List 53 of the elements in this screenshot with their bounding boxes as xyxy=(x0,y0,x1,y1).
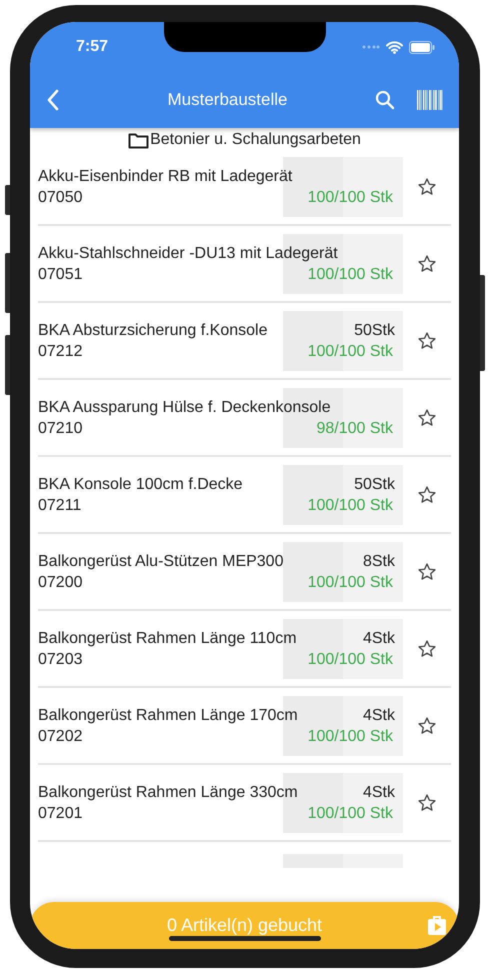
stock-count: 100/100 Stk xyxy=(308,650,394,670)
stock-count: 98/100 Stk xyxy=(316,418,394,438)
signal-icon xyxy=(362,45,380,49)
article-name: Balkongerüst Rahmen Länge 110cm xyxy=(38,628,297,648)
stock-count: 100/100 Stk xyxy=(308,342,394,362)
stock-count: 100/100 Stk xyxy=(308,264,394,284)
article-number: 07210 xyxy=(38,418,82,438)
barcode-icon xyxy=(417,90,443,110)
article-name: BKA Konsole 100cm f.Decke xyxy=(38,474,243,494)
article-quantity: 4Stk xyxy=(362,782,396,802)
search-icon xyxy=(375,90,395,110)
article-name: Balkongerüst Rahmen Länge 170cm xyxy=(38,706,298,726)
article-quantity: 4Stk xyxy=(362,706,396,726)
article-row[interactable]: Balkongerüst Rahmen Länge 110cm 4Stk 07203 100/100 Stk xyxy=(38,611,451,688)
article-row[interactable]: Akku-Stahlschneider -DU13 mit Ladegerät 07051 100/100 Stk xyxy=(38,226,451,303)
article-row[interactable]: BKA Absturzsicherung f.Konsole 50Stk 07212 100/100 Stk xyxy=(38,303,451,380)
article-name: Akku-Eisenbinder RB mit Ladegerät xyxy=(38,166,292,186)
article-row[interactable]: Balkongerüst Rahmen Länge 170cm 4Stk 07202 100/100 Stk xyxy=(38,688,451,765)
article-quantity: 8Stk xyxy=(362,552,396,572)
back-icon xyxy=(46,89,60,111)
article-name: BKA Aussparung Hülse f. Deckenkonsole xyxy=(38,398,331,418)
article-row[interactable]: BKA Konsole 100cm f.Decke 50Stk 07211 100/100 Stk xyxy=(38,457,451,534)
article-number: 07200 xyxy=(38,572,82,592)
article-number: 07211 xyxy=(38,496,82,516)
article-row[interactable]: BKA Aussparung Hülse f. Deckenkonsole 07210 98/100 Stk xyxy=(38,380,451,457)
article-quantity: 50Stk xyxy=(354,320,396,340)
stock-count: 100/100 Stk xyxy=(308,804,394,824)
article-number: 07203 xyxy=(38,650,82,670)
article-name: BKA Absturzsicherung f.Konsole xyxy=(38,320,268,340)
article-row[interactable]: Balkongerüst Alu-Stützen MEP300 8Stk 07200 100/100 Stk xyxy=(38,534,451,611)
article-row[interactable]: Akku-Eisenbinder RB mit Ladegerät 07050 100/100 Stk xyxy=(38,149,451,226)
category-title: Betonier u. Schalungsarbeten xyxy=(150,131,361,149)
stock-count: 100/100 Stk xyxy=(308,496,394,516)
article-number: 07202 xyxy=(38,726,82,746)
folder-icon xyxy=(128,132,150,148)
article-name: Balkongerüst Rahmen Länge 330cm xyxy=(38,782,298,802)
wifi-icon xyxy=(386,40,403,54)
article-row[interactable]: Balkongerüst Rahmen Länge 330cm 4Stk 07201 100/100 Stk xyxy=(38,765,451,842)
bag-play-icon xyxy=(427,914,447,936)
stock-count: 100/100 Stk xyxy=(308,188,394,208)
article-quantity: 4Stk xyxy=(362,628,396,648)
battery-icon xyxy=(409,40,435,54)
screen-title: Musterbaustelle xyxy=(166,90,288,110)
article-quantity: 50Stk xyxy=(354,474,396,494)
stock-count: 100/100 Stk xyxy=(308,572,394,592)
article-number: 07051 xyxy=(38,264,82,284)
article-name: Akku-Stahlschneider -DU13 mit Ladegerät xyxy=(38,244,338,264)
article-number: 07050 xyxy=(38,188,82,208)
article-number: 07201 xyxy=(38,804,82,824)
article-name: Balkongerüst Alu-Stützen MEP300 xyxy=(38,552,284,572)
stock-count: 100/100 Stk xyxy=(308,726,394,746)
status-time: 7:57 xyxy=(76,38,108,56)
article-number: 07212 xyxy=(38,342,82,362)
